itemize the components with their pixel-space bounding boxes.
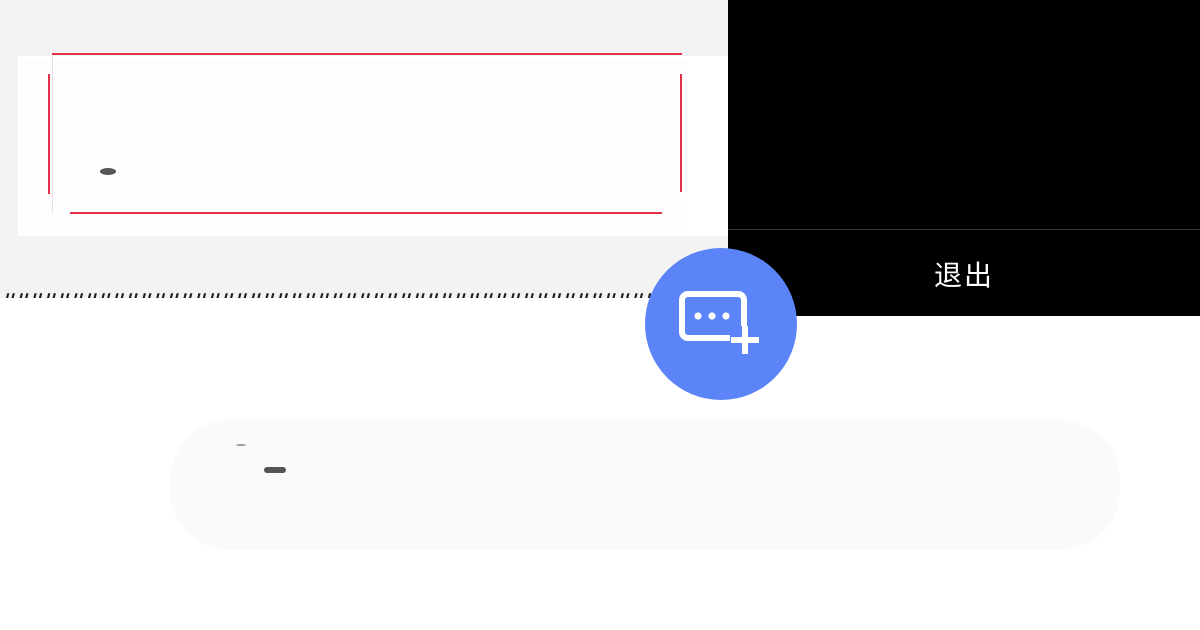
frame-inner-edge [52, 55, 53, 212]
hash-pattern-line: ########################################… [0, 290, 728, 298]
add-comment-icon [679, 291, 760, 354]
frame-border-left [48, 74, 50, 194]
left-gutter [0, 56, 18, 236]
frame-border-top [52, 53, 682, 55]
panel-divider [728, 229, 1200, 230]
add-comment-button[interactable] [645, 248, 797, 400]
exit-button[interactable]: 退出 [728, 232, 1200, 316]
ink-smudge [264, 467, 286, 473]
framed-card [18, 60, 688, 232]
ink-smudge [236, 444, 246, 446]
ink-smudge [100, 168, 116, 175]
hash-pattern-bottom: ########################################… [0, 236, 728, 298]
frame-border-bottom [70, 212, 662, 214]
frame-border-right [680, 74, 682, 192]
faded-content-area [170, 420, 1120, 550]
hash-pattern-top: ########################################… [0, 0, 728, 56]
right-gutter [688, 56, 728, 236]
